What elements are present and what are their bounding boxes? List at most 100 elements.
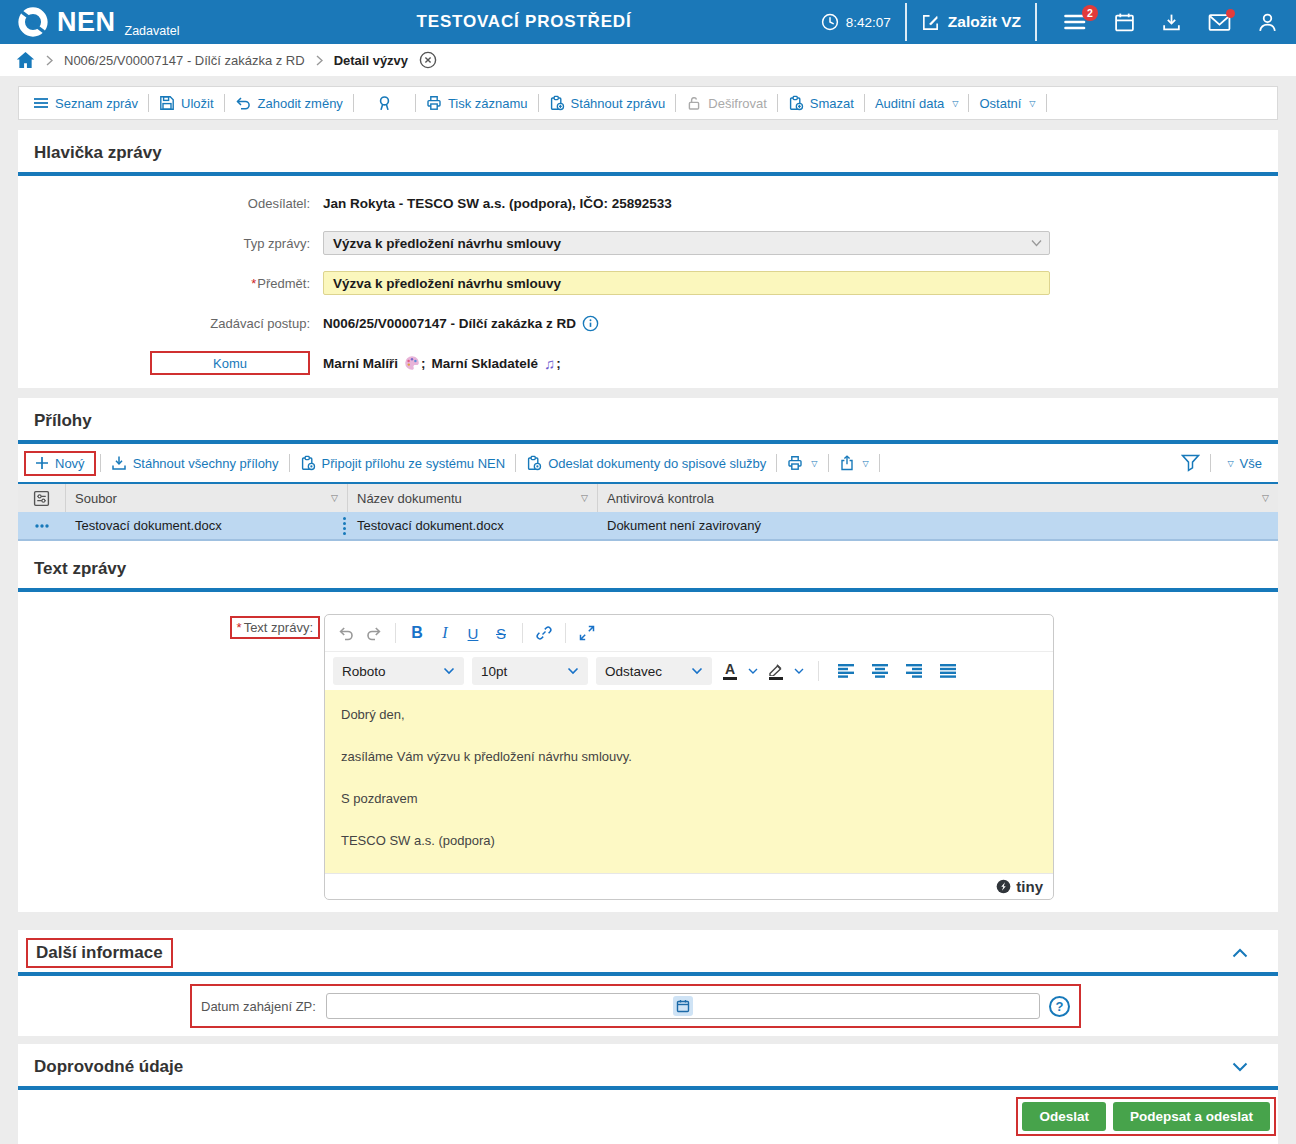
link-button[interactable] <box>531 620 557 646</box>
align-center-button[interactable] <box>867 658 893 684</box>
underline-button[interactable]: U <box>460 620 486 646</box>
strikethrough-button[interactable]: S <box>488 620 514 646</box>
brand-name: NEN <box>57 5 116 39</box>
text-color-button[interactable]: A <box>720 662 740 680</box>
close-tab-icon[interactable] <box>419 51 437 69</box>
info-icon[interactable] <box>582 315 599 332</box>
message-type-label: Typ zprávy: <box>18 236 310 251</box>
fullscreen-button[interactable] <box>574 620 600 646</box>
column-header-soubor[interactable]: Soubor ▽ <box>66 484 348 512</box>
palette-emoji-icon <box>404 355 420 371</box>
filter-all-select[interactable]: ▽ Vše <box>1221 456 1266 471</box>
new-attachment-button[interactable]: Nový <box>24 451 96 476</box>
sort-icon[interactable]: ▽ <box>581 493 588 503</box>
section-title: Text zprávy <box>34 559 126 579</box>
send-to-filing-service-button[interactable]: Odeslat dokumenty do spisové služby <box>516 455 776 471</box>
expand-icon[interactable] <box>1232 1062 1262 1072</box>
redo-button[interactable] <box>361 620 387 646</box>
block-format-select[interactable]: Odstavec <box>596 657 712 685</box>
chevron-down-icon <box>748 668 758 675</box>
chevron-down-icon <box>794 668 804 675</box>
calendar-picker-icon[interactable] <box>673 996 693 1016</box>
italic-button[interactable]: I <box>432 620 458 646</box>
certificate-button[interactable] <box>354 95 415 112</box>
attachments-table: Soubor ▽ Název dokumentu ▽ Antivirová ko… <box>18 482 1278 541</box>
profile-button[interactable] <box>1257 12 1278 33</box>
export-attachments-button[interactable]: ▽ <box>829 455 879 471</box>
recipients-label[interactable]: Komu <box>150 351 310 375</box>
editor-toolbar-row1: B I U S <box>325 615 1053 651</box>
column-header-nazev[interactable]: Název dokumentu ▽ <box>348 484 598 512</box>
column-settings-button[interactable] <box>18 484 66 512</box>
section-message-header: Hlavička zprávy Odesílatel: Jan Rokyta -… <box>18 130 1278 388</box>
attachments-table-header: Soubor ▽ Název dokumentu ▽ Antivirová ko… <box>18 484 1278 512</box>
start-date-input[interactable] <box>326 993 1040 1019</box>
print-attachments-button[interactable]: ▽ <box>777 455 827 471</box>
align-right-button[interactable] <box>901 658 927 684</box>
message-list-button[interactable]: Seznam zpráv <box>23 95 148 111</box>
app-header: NEN Zadavatel TESTOVACÍ PROSTŘEDÍ 8:42:0… <box>0 0 1296 44</box>
create-vz-button[interactable]: Založit VZ <box>921 13 1021 32</box>
home-icon[interactable] <box>16 51 35 69</box>
caret-down-icon: ▽ <box>1227 459 1233 468</box>
section-title: Přílohy <box>34 411 92 431</box>
row-actions-button[interactable] <box>18 512 66 539</box>
align-left-button[interactable] <box>833 658 859 684</box>
bold-button[interactable]: B <box>404 620 430 646</box>
font-size-select[interactable]: 10pt <box>472 657 588 685</box>
calendar-button[interactable] <box>1114 12 1135 33</box>
editor-toolbar-row2: Roboto 10pt Odstavec A <box>325 651 1053 690</box>
attachments-toolbar: Nový Stáhnout všechny přílohy Připojit p… <box>18 444 1278 482</box>
other-menu[interactable]: Ostatní ▽ <box>969 96 1045 111</box>
editor-content[interactable]: Dobrý den, zasíláme Vám výzvu k předlože… <box>325 690 1053 873</box>
drag-handle-icon[interactable] <box>343 517 346 535</box>
editor-status-bar: tiny <box>325 873 1053 899</box>
subject-input[interactable]: Výzva k předložení návrhu smlouvy <box>323 271 1050 295</box>
header-divider <box>1035 3 1037 41</box>
recipient-group-1: Marní Malíři <box>323 356 398 371</box>
sort-icon[interactable]: ▽ <box>331 493 338 503</box>
message-type-select[interactable]: Výzva k předložení návrhu smlouvy <box>323 231 1050 255</box>
nen-logo[interactable]: NEN Zadavatel <box>16 5 179 39</box>
edit-icon <box>921 13 940 32</box>
sort-icon[interactable]: ▽ <box>1262 493 1269 503</box>
column-header-antivir[interactable]: Antivirová kontrola ▽ <box>598 484 1278 512</box>
send-button[interactable]: Odeslat <box>1022 1102 1106 1131</box>
breadcrumb-item-procurement[interactable]: N006/25/V00007147 - Dílčí zakázka z RD <box>64 53 305 68</box>
delete-button[interactable]: Smazat <box>778 95 864 111</box>
print-record-button[interactable]: Tisk záznamu <box>416 95 538 111</box>
cell-antivir: Dokument není zavirovaný <box>598 512 1278 539</box>
font-family-select[interactable]: Roboto <box>333 657 464 685</box>
sender-value: Jan Rokyta - TESCO SW a.s. (podpora), IČ… <box>323 196 672 211</box>
messages-button[interactable] <box>1208 13 1231 32</box>
download-message-button[interactable]: Stáhnout zprávu <box>539 95 676 111</box>
environment-title: TESTOVACÍ PROSTŘEDÍ <box>417 12 632 32</box>
download-all-attachments-button[interactable]: Stáhnout všechny přílohy <box>101 455 289 471</box>
caret-down-icon: ▽ <box>1029 99 1035 108</box>
rich-text-editor[interactable]: B I U S Roboto 10pt <box>324 614 1054 900</box>
highlight-color-button[interactable] <box>766 663 786 680</box>
downloads-button[interactable] <box>1161 12 1182 33</box>
brand-role: Zadavatel <box>125 24 180 38</box>
caret-down-icon: ▽ <box>863 459 869 468</box>
recipient-group-2: Marní Skladatelé <box>432 356 539 371</box>
procedure-value: N006/25/V00007147 - Dílčí zakázka z RD <box>323 316 576 331</box>
attach-from-nen-button[interactable]: Připojit přílohu ze systému NEN <box>290 455 516 471</box>
section-accompanying-data: Doprovodné údaje Odeslat Podepsat a odes… <box>18 1044 1278 1144</box>
sign-and-send-button[interactable]: Podepsat a odeslat <box>1113 1102 1270 1131</box>
help-icon[interactable]: ? <box>1049 996 1070 1017</box>
undo-button[interactable] <box>333 620 359 646</box>
discard-changes-button[interactable]: Zahodit změny <box>225 95 353 111</box>
filter-icon[interactable] <box>1181 454 1200 472</box>
audit-data-menu[interactable]: Auditní data ▽ <box>865 96 969 111</box>
section-more-info: Další informace Datum zahájení ZP: ? <box>18 930 1278 1036</box>
tiny-brand: tiny <box>1016 878 1043 895</box>
save-button[interactable]: Uložit <box>149 95 224 111</box>
attachment-row[interactable]: Testovací dokument.docx Testovací dokume… <box>18 512 1278 541</box>
align-justify-button[interactable] <box>935 658 961 684</box>
notifications-menu-button[interactable]: 2 <box>1064 12 1088 32</box>
clock-icon <box>821 13 839 31</box>
subject-label: *Předmět: <box>18 276 310 291</box>
collapse-icon[interactable] <box>1232 948 1262 958</box>
footer-actions: Odeslat Podepsat a odeslat <box>1016 1097 1276 1136</box>
